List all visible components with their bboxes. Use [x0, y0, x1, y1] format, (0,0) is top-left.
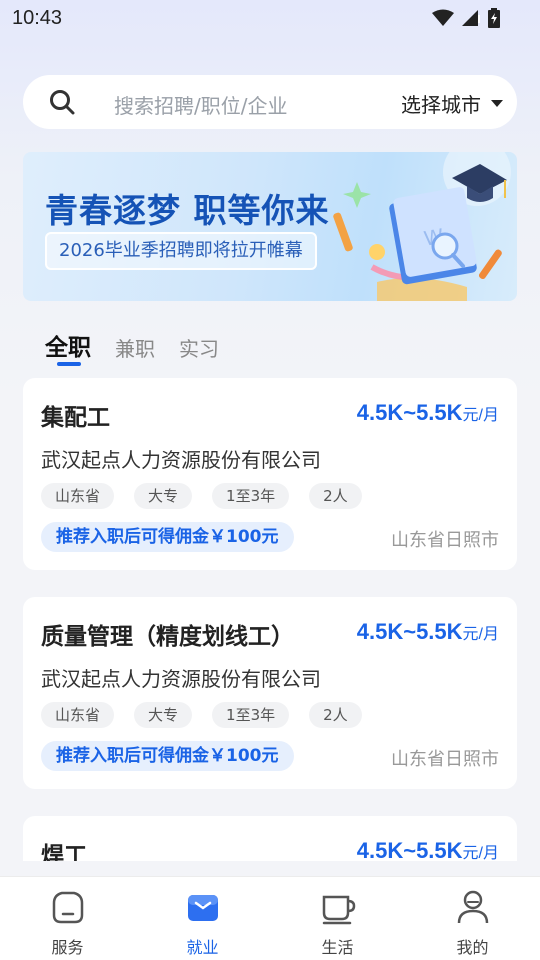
- job-company: 武汉起点人力资源股份有限公司: [41, 667, 321, 691]
- salary-range: 4.5K~5.5K: [356, 838, 463, 861]
- service-icon: [52, 891, 83, 924]
- salary-unit: 元/月: [462, 845, 499, 861]
- signal-icon: [462, 10, 480, 26]
- job-card[interactable]: 质量管理（精度划线工） 4.5K~5.5K元/月 武汉起点人力资源股份有限公司 …: [23, 597, 517, 789]
- salary-range: 4.5K~5.5K: [356, 619, 463, 644]
- tab-fulltime[interactable]: 全职: [45, 328, 91, 366]
- commission-badge: 推荐入职后可得佣金￥100元: [41, 522, 294, 552]
- search-icon: [50, 90, 75, 115]
- briefcase-icon: [187, 895, 218, 921]
- nav-item-life[interactable]: 生活: [270, 877, 405, 960]
- job-tags: 山东省 大专 1至3年 2人: [41, 702, 362, 728]
- promo-banner[interactable]: 青春逐梦 职等你来 2026毕业季招聘即将拉开帷幕 W: [23, 152, 517, 301]
- cup-icon: [322, 895, 355, 925]
- wifi-icon: [432, 9, 454, 26]
- tag-province: 山东省: [41, 483, 115, 509]
- tag-province: 山东省: [41, 702, 115, 728]
- job-card[interactable]: 焊工 4.5K~5.5K元/月: [23, 816, 517, 861]
- tag-experience: 1至3年: [212, 702, 290, 728]
- job-salary: 4.5K~5.5K元/月: [357, 619, 499, 645]
- banner-title: 青春逐梦 职等你来: [45, 191, 330, 230]
- job-card[interactable]: 集配工 4.5K~5.5K元/月 武汉起点人力资源股份有限公司 山东省 大专 1…: [23, 378, 517, 570]
- search-bar[interactable]: 搜索招聘/职位/企业 选择城市: [23, 75, 517, 129]
- commission-badge: 推荐入职后可得佣金￥100元: [41, 741, 294, 771]
- job-type-tabs: 全职 兼职 实习: [45, 328, 219, 366]
- nav-label: 生活: [321, 938, 354, 957]
- nav-item-service[interactable]: 服务: [0, 877, 135, 960]
- status-time: 10:43: [12, 7, 63, 29]
- city-select-label: 选择城市: [401, 93, 481, 117]
- user-icon: [457, 890, 488, 924]
- nav-label: 服务: [51, 938, 84, 957]
- tag-experience: 1至3年: [212, 483, 290, 509]
- job-tags: 山东省 大专 1至3年 2人: [41, 483, 362, 509]
- city-select[interactable]: 选择城市: [401, 89, 503, 118]
- tag-education: 大专: [134, 702, 193, 728]
- job-title: 集配工: [41, 405, 110, 431]
- tab-parttime[interactable]: 兼职: [115, 333, 155, 362]
- salary-unit: 元/月: [462, 407, 499, 424]
- nav-label: 我的: [456, 938, 489, 957]
- tag-education: 大专: [134, 483, 193, 509]
- job-location: 山东省日照市: [391, 530, 499, 551]
- status-icons: [432, 8, 500, 28]
- tag-headcount: 2人: [309, 702, 362, 728]
- job-company: 武汉起点人力资源股份有限公司: [41, 448, 321, 472]
- status-bar: 10:43: [0, 0, 540, 36]
- job-title: 焊工: [41, 843, 87, 861]
- bottom-nav: 服务 就业 生活 我的: [0, 876, 540, 960]
- job-salary: 4.5K~5.5K元/月: [357, 838, 499, 861]
- job-title: 质量管理（精度划线工）: [41, 624, 294, 650]
- nav-item-mine[interactable]: 我的: [405, 877, 540, 960]
- tag-headcount: 2人: [309, 483, 362, 509]
- salary-unit: 元/月: [462, 626, 499, 643]
- banner-subtitle: 2026毕业季招聘即将拉开帷幕: [45, 232, 317, 270]
- nav-item-employment[interactable]: 就业: [135, 877, 270, 960]
- book-graduation-illustration: W: [333, 152, 511, 301]
- tab-internship[interactable]: 实习: [179, 333, 219, 362]
- caret-down-icon: [491, 100, 503, 107]
- job-salary: 4.5K~5.5K元/月: [357, 400, 499, 426]
- nav-label: 就业: [186, 938, 219, 957]
- salary-range: 4.5K~5.5K: [356, 400, 463, 425]
- battery-icon: [488, 8, 500, 28]
- job-location: 山东省日照市: [391, 749, 499, 770]
- search-input[interactable]: 搜索招聘/职位/企业: [114, 90, 287, 119]
